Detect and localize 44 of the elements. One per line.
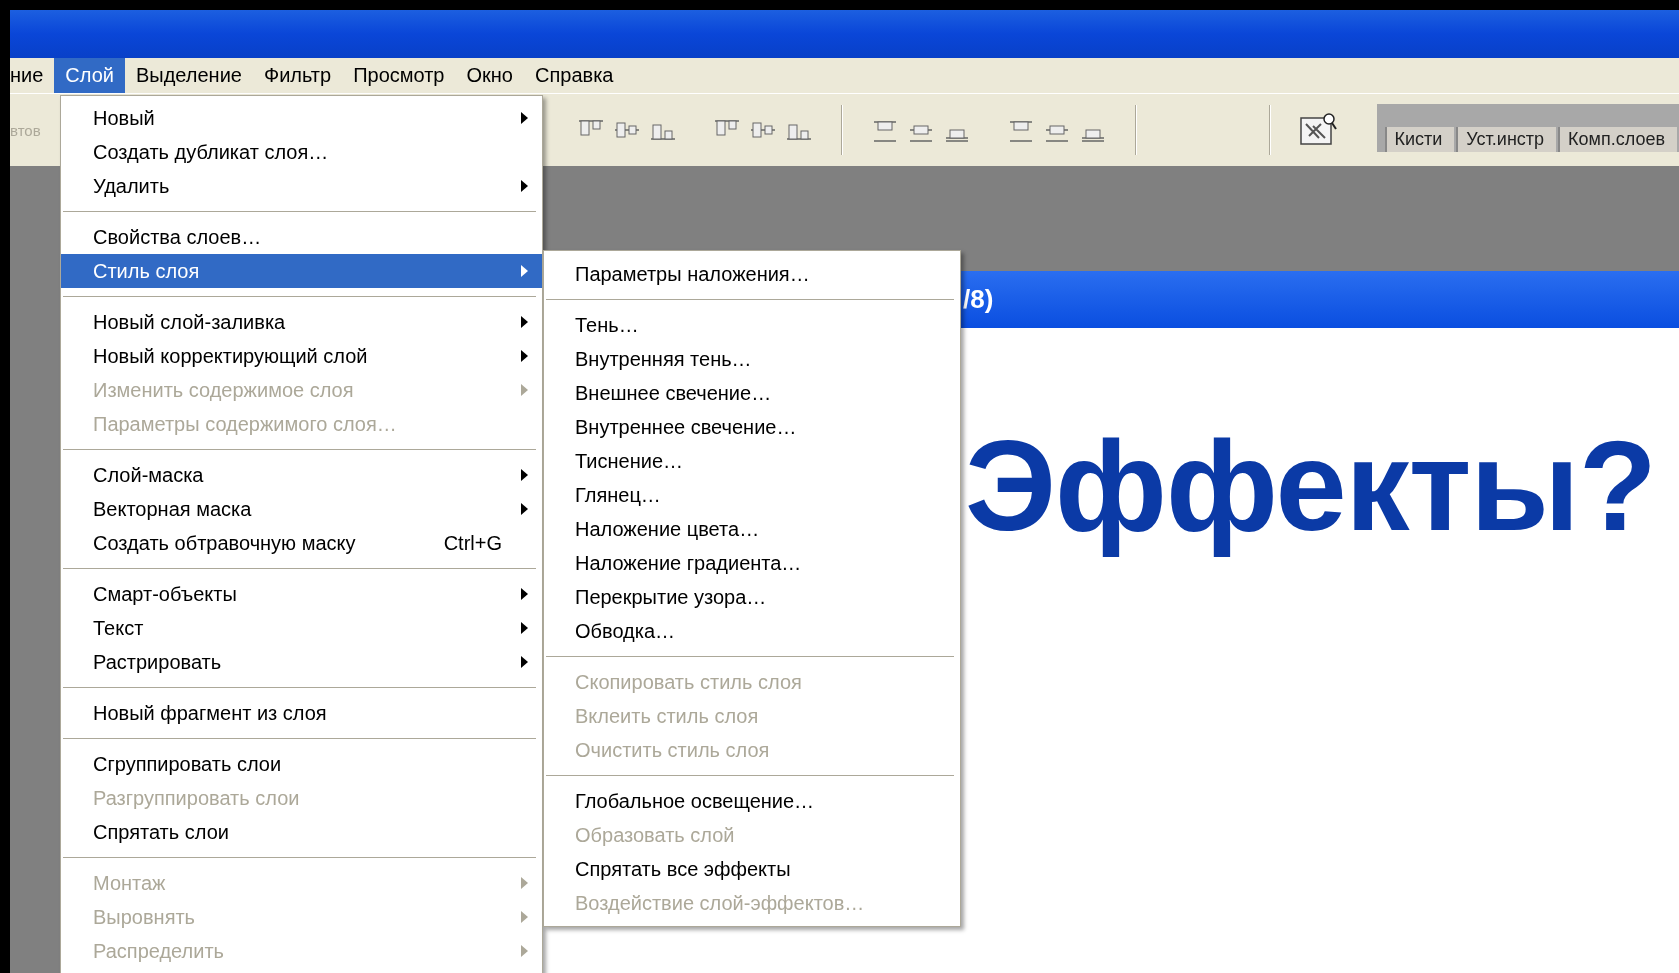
- menu-item[interactable]: Создать обтравочную маску Ctrl+G: [61, 526, 542, 560]
- menu-item[interactable]: Новый корректирующий слой: [61, 339, 542, 373]
- menu-item[interactable]: Глянец…: [544, 478, 960, 512]
- menu-item[interactable]: Новый: [61, 101, 542, 135]
- menu-item[interactable]: Слой-маска: [61, 458, 542, 492]
- document-title: /8): [963, 284, 994, 315]
- file-browser-icon[interactable]: [1298, 112, 1339, 148]
- menu-item[interactable]: Новый слой-заливка: [61, 305, 542, 339]
- palette-tab[interactable]: Комп.слоев: [1558, 127, 1677, 152]
- menu-item[interactable]: Внутреннее свечение…: [544, 410, 960, 444]
- menu-item[interactable]: Текст: [61, 611, 542, 645]
- menu-item[interactable]: Свойства слоев…: [61, 220, 542, 254]
- palette-tab[interactable]: Уст.инстр: [1456, 127, 1557, 152]
- menu-item[interactable]: Тень…: [544, 308, 960, 342]
- menu-bar-item[interactable]: Справка: [524, 58, 625, 93]
- menu-item[interactable]: Внешнее свечение…: [544, 376, 960, 410]
- menu-item[interactable]: Глобальное освещение…: [544, 784, 960, 818]
- menu-item[interactable]: Наложение градиента…: [544, 546, 960, 580]
- menu-item[interactable]: Спрятать все эффекты: [544, 852, 960, 886]
- palette-tab[interactable]: Кисти: [1384, 127, 1455, 152]
- menu-item[interactable]: Внутренняя тень…: [544, 342, 960, 376]
- toolbar-label: втов: [10, 121, 42, 139]
- menu-item[interactable]: Векторная маска: [61, 492, 542, 526]
- menu-item[interactable]: Тиснение…: [544, 444, 960, 478]
- canvas-text: Эффекты?: [965, 413, 1656, 559]
- menu-item[interactable]: Стиль слоя: [61, 254, 542, 288]
- menu-item[interactable]: Удалить: [61, 169, 542, 203]
- menu-item[interactable]: Спрятать слои: [61, 815, 542, 849]
- menu-bar-item[interactable]: Слой: [54, 58, 125, 93]
- menu-item[interactable]: Растрировать: [61, 645, 542, 679]
- menu-item[interactable]: Смарт-объекты: [61, 577, 542, 611]
- shortcut-label: Ctrl+G: [443, 531, 502, 555]
- menu-item[interactable]: Обводка…: [544, 614, 960, 648]
- menu-bar-item[interactable]: Выделение: [125, 58, 253, 93]
- menu-item[interactable]: Наложение цвета…: [544, 512, 960, 546]
- menu-bar-item[interactable]: Просмотр: [342, 58, 456, 93]
- menu-bar-item[interactable]: ние: [10, 58, 55, 93]
- menu-item[interactable]: Новый фрагмент из слоя: [61, 696, 542, 730]
- menu-item[interactable]: Параметры наложения…: [544, 257, 960, 291]
- menu-item[interactable]: Создать дубликат слоя…: [61, 135, 542, 169]
- menu-bar-item[interactable]: Окно: [455, 58, 524, 93]
- menu-bar-item[interactable]: Фильтр: [252, 58, 343, 93]
- menu-item[interactable]: Перекрытие узора…: [544, 580, 960, 614]
- menu-item[interactable]: Сгруппировать слои: [61, 747, 542, 781]
